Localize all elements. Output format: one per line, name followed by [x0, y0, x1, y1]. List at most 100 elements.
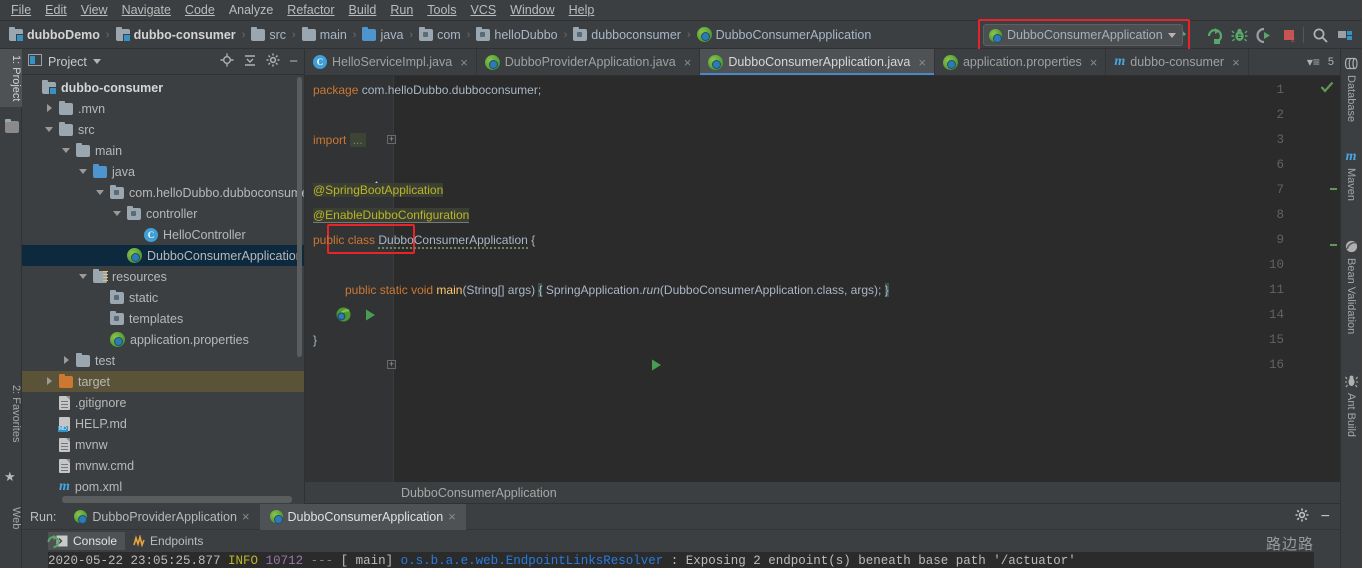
breadcrumb-item-main[interactable]: main — [299, 26, 350, 43]
menu-item-build[interactable]: Build — [342, 1, 384, 19]
tree-node-test[interactable]: test — [22, 350, 304, 371]
tree-node-resources[interactable]: resources — [22, 266, 304, 287]
menu-item-vcs[interactable]: VCS — [463, 1, 503, 19]
tree-node-hellocontroller[interactable]: C HelloController — [22, 224, 304, 245]
inspection-status-icon[interactable] — [1320, 80, 1334, 97]
breadcrumb-item-DubboConsumerApplication[interactable]: DubboConsumerApplication — [694, 26, 875, 43]
tree-node-application-properties[interactable]: application.properties — [22, 329, 304, 350]
chevron-down-icon[interactable] — [45, 125, 54, 134]
menu-item-help[interactable]: Help — [562, 1, 602, 19]
coverage-icon[interactable] — [1253, 24, 1275, 46]
tree-node-mvnw[interactable]: mvnw — [22, 434, 304, 455]
chevron-right-icon[interactable] — [45, 377, 54, 386]
tree-node-com-hellodubbo-dubboconsumer[interactable]: com.helloDubbo.dubboconsumer — [22, 182, 304, 203]
close-icon[interactable]: × — [460, 55, 468, 70]
breadcrumb-item-com[interactable]: com — [416, 26, 464, 43]
tree-node-controller[interactable]: controller — [22, 203, 304, 224]
tree-node--mvn[interactable]: .mvn — [22, 98, 304, 119]
tree-node-dubboconsumerapplication[interactable]: DubboConsumerApplication — [22, 245, 304, 266]
sidebar-item-database[interactable]: Database — [1340, 51, 1362, 128]
search-icon[interactable] — [1309, 24, 1331, 46]
stop-icon[interactable]: 2 — [1278, 24, 1300, 46]
close-icon[interactable]: × — [1232, 55, 1240, 70]
breadcrumb-item-dubboDemo[interactable]: dubboDemo — [6, 26, 103, 43]
tree-node-main[interactable]: main — [22, 140, 304, 161]
sidebar-item-maven[interactable]: m Maven — [1340, 145, 1362, 207]
code-editor[interactable]: 1 2 3 6 7 8 9 10 11 14 15 16 + + package… — [305, 76, 1340, 482]
chevron-down-icon[interactable] — [1167, 32, 1176, 38]
run-method-icon[interactable] — [363, 308, 377, 325]
console-output[interactable]: 2020-05-22 23:05:25.877 INFO 10712 --- [… — [48, 552, 1314, 568]
close-icon[interactable]: × — [684, 55, 692, 70]
hide-icon[interactable]: − — [1321, 508, 1330, 524]
breadcrumb-item-src[interactable]: src — [248, 26, 289, 43]
menu-item-edit[interactable]: Edit — [38, 1, 74, 19]
editor-tab-dubboconsumerapplication-java[interactable]: DubboConsumerApplication.java × — [700, 49, 935, 75]
tree-node-help-md[interactable]: HELP.md — [22, 413, 304, 434]
sidebar-item-favorites[interactable]: 2: Favorites — [0, 379, 22, 448]
menu-item-window[interactable]: Window — [503, 1, 561, 19]
collapse-all-icon[interactable] — [243, 53, 257, 70]
chevron-down-icon[interactable] — [113, 209, 122, 218]
run-configuration-selector[interactable]: DubboConsumerApplication — [983, 24, 1183, 46]
run-icon[interactable] — [1203, 24, 1225, 46]
breadcrumb-item-dubbo-consumer[interactable]: dubbo-consumer — [113, 26, 239, 43]
tree-node-java[interactable]: java — [22, 161, 304, 182]
project-structure-icon[interactable] — [1334, 24, 1356, 46]
chevron-down-icon[interactable] — [79, 167, 88, 176]
run-tab-dubboconsumerapplication[interactable]: DubboConsumerApplication × — [259, 503, 466, 530]
tree-node-mvnw-cmd[interactable]: mvnw.cmd — [22, 455, 304, 476]
import-fold-placeholder[interactable]: ... — [349, 133, 366, 147]
breadcrumb-item-helloDubbo[interactable]: helloDubbo — [473, 26, 560, 43]
breadcrumb-item-java[interactable]: java — [359, 26, 406, 43]
sidebar-item-project[interactable]: 1: Project — [0, 49, 22, 108]
tree-node-static[interactable]: static — [22, 287, 304, 308]
tree-node-target[interactable]: target — [22, 371, 304, 392]
editor-tab-helloserviceimpl-java[interactable]: C HelloServiceImpl.java × — [305, 49, 477, 75]
tree-node--gitignore[interactable]: .gitignore — [22, 392, 304, 413]
menu-item-refactor[interactable]: Refactor — [280, 1, 341, 19]
tree-node-src[interactable]: src — [22, 119, 304, 140]
breadcrumb-item-dubboconsumer[interactable]: dubboconsumer — [570, 26, 684, 43]
editor-tab-dubboproviderapplication-java[interactable]: DubboProviderApplication.java × — [477, 49, 701, 75]
fold-method-toggle[interactable]: + — [387, 360, 396, 369]
chevron-down-icon[interactable] — [79, 272, 88, 281]
chevron-right-icon[interactable] — [45, 104, 54, 113]
project-tree[interactable]: dubbo-consumer .mvn src main java com.helloDu… — [22, 75, 304, 504]
menu-item-code[interactable]: Code — [178, 1, 222, 19]
menu-item-view[interactable]: View — [74, 1, 115, 19]
menu-item-tools[interactable]: Tools — [420, 1, 463, 19]
fold-import-toggle[interactable]: + — [387, 135, 396, 144]
editor-tab-application-properties[interactable]: application.properties × — [935, 49, 1107, 75]
sidebar-item-web[interactable]: Web — [0, 501, 22, 535]
spring-boot-run-icon[interactable] — [335, 306, 352, 326]
menu-item-analyze[interactable]: Analyze — [222, 1, 280, 19]
locate-icon[interactable] — [220, 53, 234, 70]
tab-list-icon[interactable]: ▾≡ — [1307, 55, 1320, 69]
editor-breadcrumb[interactable]: DubboConsumerApplication — [305, 482, 1340, 504]
run-method-icon[interactable] — [649, 358, 663, 375]
tree-node-pom-xml[interactable]: m pom.xml — [22, 476, 304, 497]
project-tree-scrollbar[interactable] — [297, 77, 302, 357]
close-icon[interactable]: × — [242, 509, 250, 524]
tree-node-dubbo-consumer[interactable]: dubbo-consumer — [22, 77, 304, 98]
close-icon[interactable]: × — [448, 509, 456, 524]
chevron-down-icon[interactable] — [92, 59, 101, 64]
error-stripe-marker[interactable] — [1330, 244, 1337, 246]
sidebar-item-ant-build[interactable]: Ant Build — [1340, 369, 1362, 443]
close-icon[interactable]: × — [1090, 55, 1098, 70]
run-tab-dubboproviderapplication[interactable]: DubboProviderApplication × — [64, 504, 259, 530]
chevron-down-icon[interactable] — [62, 146, 71, 155]
settings-gear-icon[interactable] — [1295, 508, 1309, 525]
menu-item-run[interactable]: Run — [383, 1, 420, 19]
sidebar-item-bean-validation[interactable]: Bean Validation — [1340, 234, 1362, 340]
editor-tab-dubbo-consumer[interactable]: m dubbo-consumer × — [1106, 49, 1249, 75]
settings-gear-icon[interactable] — [266, 53, 280, 70]
menu-item-navigate[interactable]: Navigate — [115, 1, 178, 19]
hide-icon[interactable]: − — [289, 54, 298, 69]
menu-item-file[interactable]: File — [4, 1, 38, 19]
error-stripe-marker[interactable] — [1330, 188, 1337, 190]
tree-node-templates[interactable]: templates — [22, 308, 304, 329]
chevron-right-icon[interactable] — [62, 356, 71, 365]
chevron-down-icon[interactable] — [96, 188, 105, 197]
